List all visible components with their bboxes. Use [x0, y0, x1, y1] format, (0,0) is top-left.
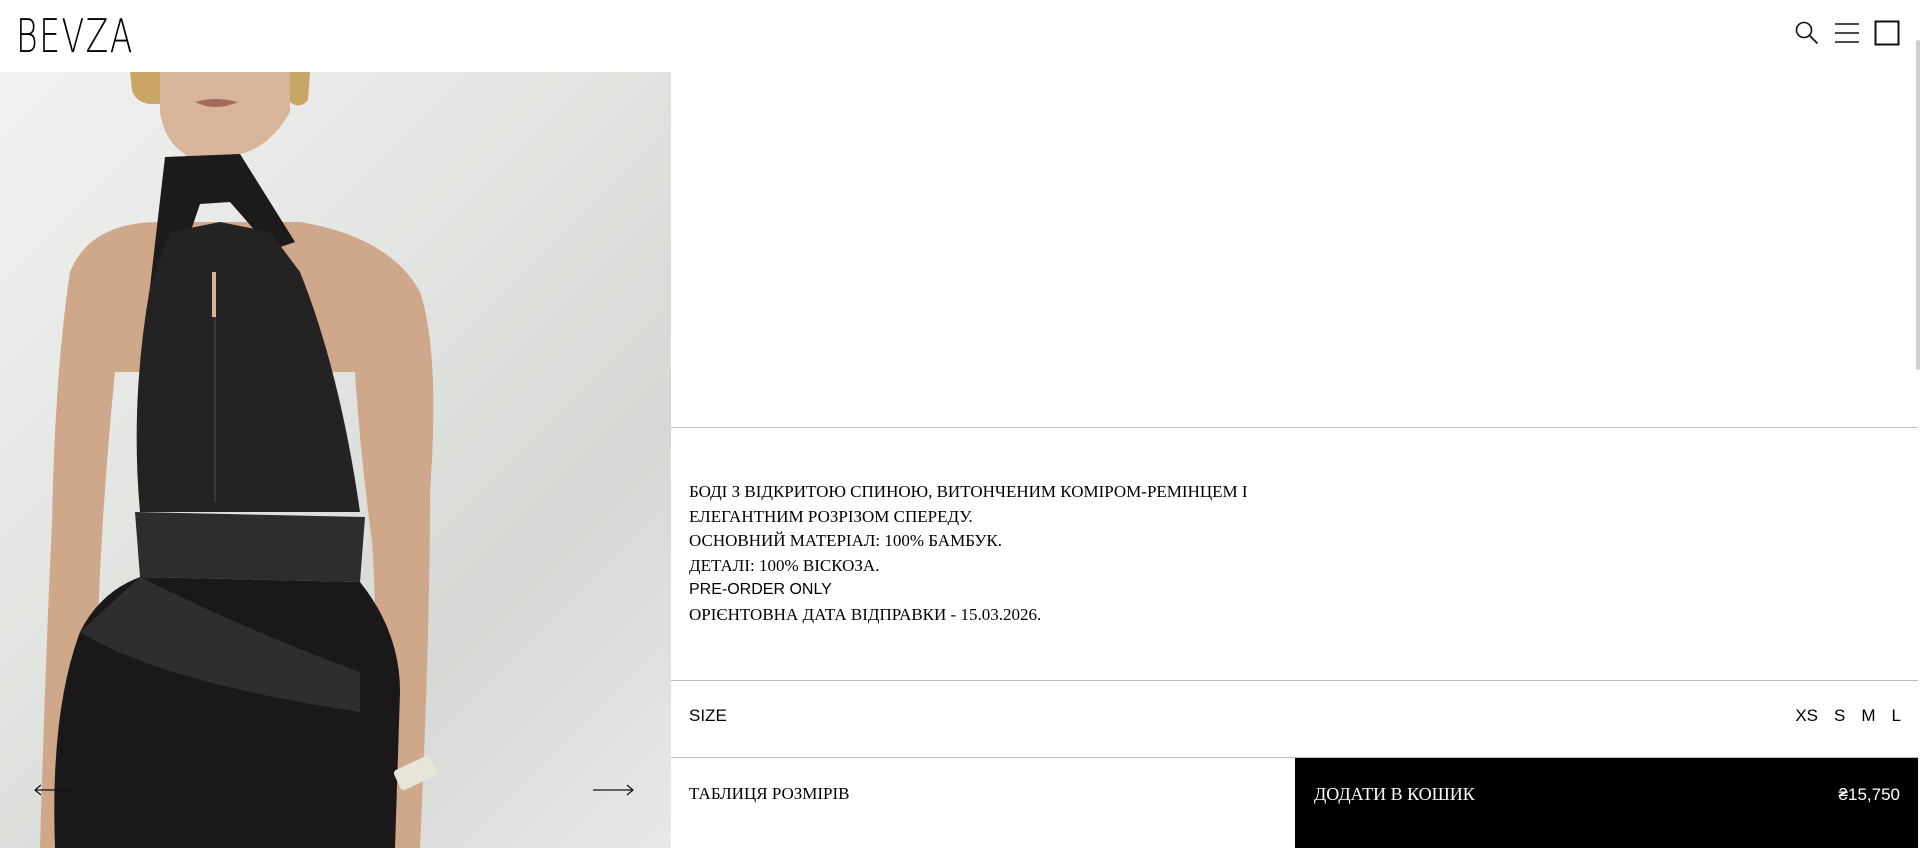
site-header: BEVZA [0, 0, 1920, 72]
add-to-cart-button[interactable]: ДОДАТИ В КОШИК ₴15,750 [1295, 758, 1918, 848]
size-option-s[interactable]: S [1834, 706, 1845, 726]
cart-icon[interactable] [1874, 20, 1900, 46]
product-description: БОДІ З ВІДКРИТОЮ СПИНОЮ, ВИТОНЧЕНИМ КОМІ… [689, 480, 1389, 628]
size-option-xs[interactable]: XS [1795, 706, 1818, 726]
search-icon[interactable] [1794, 20, 1820, 46]
size-label: SIZE [689, 706, 727, 725]
arrow-right-icon[interactable] [592, 784, 634, 796]
size-options: XS S M L [1795, 706, 1901, 726]
description-line: ОРІЄНТОВНА ДАТА ВІДПРАВКИ - 15.03.2026. [689, 604, 1042, 624]
brand-logo[interactable]: BEVZA [16, 8, 134, 64]
description-line: ЕЛЕГАНТНИМ РОЗРІЗОМ СПЕРЕДУ. [689, 506, 973, 526]
product-info-panel: БОДІ З ВІДКРИТОЮ СПИНОЮ, ВИТОНЧЕНИМ КОМІ… [671, 72, 1918, 848]
divider [671, 680, 1918, 681]
size-chart-link[interactable]: ТАБЛИЦЯ РОЗМІРІВ [689, 784, 850, 804]
description-line: PRE-ORDER ONLY [689, 581, 832, 599]
product-photo [40, 72, 437, 848]
divider [671, 427, 1918, 428]
description-line: ОСНОВНИЙ МАТЕРІАЛ: 100% БАМБУК. [689, 531, 1002, 551]
product-image-gallery[interactable] [0, 72, 671, 848]
size-selector: SIZE XS S M L [689, 706, 1901, 736]
arrow-left-icon[interactable] [34, 784, 76, 796]
size-option-l[interactable]: L [1892, 706, 1901, 726]
description-line: БОДІ З ВІДКРИТОЮ СПИНОЮ, ВИТОНЧЕНИМ КОМІ… [689, 482, 1248, 501]
product-price: ₴15,750 [1838, 785, 1900, 804]
header-actions [1794, 20, 1900, 46]
menu-icon[interactable] [1834, 20, 1860, 46]
size-option-m[interactable]: M [1861, 706, 1875, 726]
add-to-cart-label: ДОДАТИ В КОШИК [1314, 784, 1475, 804]
description-line: ДЕТАЛІ: 100% ВІСКОЗА. [689, 555, 880, 575]
